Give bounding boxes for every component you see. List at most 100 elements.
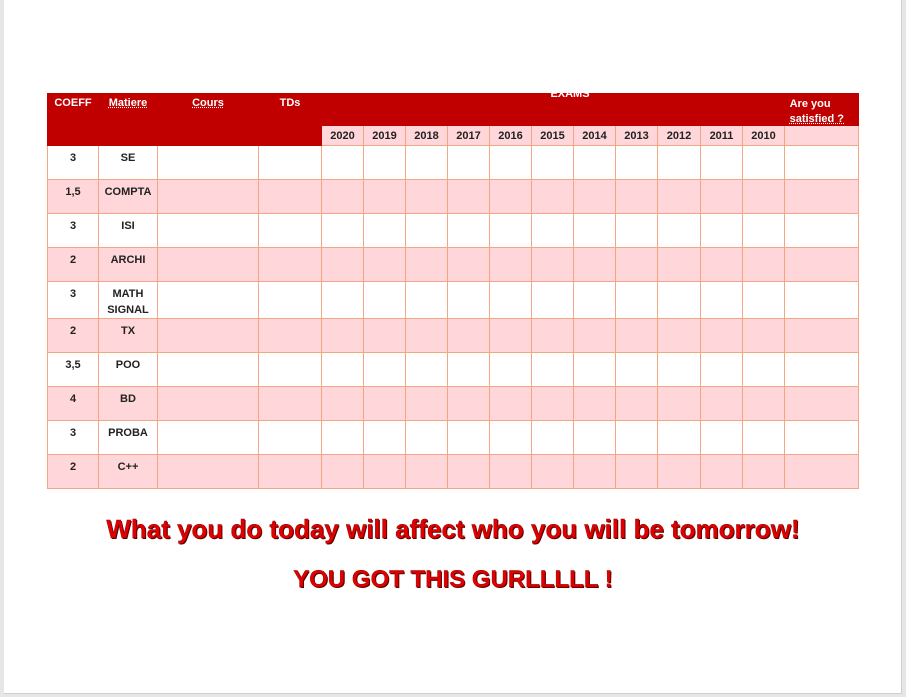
exam-year-cell[interactable] <box>447 179 490 214</box>
exam-year-cell[interactable] <box>657 281 701 319</box>
exam-year-cell[interactable] <box>742 179 785 214</box>
exam-year-cell[interactable] <box>405 454 448 489</box>
exam-year-cell[interactable] <box>657 386 701 421</box>
satisfied-cell[interactable] <box>784 454 859 489</box>
exam-year-cell[interactable] <box>700 281 743 319</box>
tds-cell[interactable] <box>258 420 322 455</box>
tds-cell[interactable] <box>258 352 322 387</box>
exam-year-cell[interactable] <box>700 213 743 248</box>
exam-year-cell[interactable] <box>321 281 364 319</box>
exam-year-cell[interactable] <box>573 179 616 214</box>
exam-year-cell[interactable] <box>615 179 658 214</box>
satisfied-cell[interactable] <box>784 145 859 180</box>
satisfied-cell[interactable] <box>784 318 859 353</box>
exam-year-cell[interactable] <box>573 213 616 248</box>
exam-year-cell[interactable] <box>657 318 701 353</box>
cours-cell[interactable] <box>157 281 259 319</box>
exam-year-cell[interactable] <box>447 247 490 282</box>
cours-cell[interactable] <box>157 145 259 180</box>
cours-cell[interactable] <box>157 247 259 282</box>
tds-cell[interactable] <box>258 386 322 421</box>
exam-year-cell[interactable] <box>657 145 701 180</box>
exam-year-cell[interactable] <box>489 386 532 421</box>
exam-year-cell[interactable] <box>615 247 658 282</box>
exam-year-cell[interactable] <box>531 247 574 282</box>
exam-year-cell[interactable] <box>700 247 743 282</box>
exam-year-cell[interactable] <box>573 454 616 489</box>
exam-year-cell[interactable] <box>573 247 616 282</box>
exam-year-cell[interactable] <box>489 318 532 353</box>
satisfied-cell[interactable] <box>784 247 859 282</box>
exam-year-cell[interactable] <box>615 145 658 180</box>
exam-year-cell[interactable] <box>615 420 658 455</box>
exam-year-cell[interactable] <box>531 179 574 214</box>
exam-year-cell[interactable] <box>657 179 701 214</box>
exam-year-cell[interactable] <box>615 281 658 319</box>
exam-year-cell[interactable] <box>321 352 364 387</box>
exam-year-cell[interactable] <box>657 420 701 455</box>
exam-year-cell[interactable] <box>405 281 448 319</box>
exam-year-cell[interactable] <box>489 420 532 455</box>
exam-year-cell[interactable] <box>531 420 574 455</box>
exam-year-cell[interactable] <box>531 386 574 421</box>
exam-year-cell[interactable] <box>321 179 364 214</box>
exam-year-cell[interactable] <box>573 145 616 180</box>
exam-year-cell[interactable] <box>363 213 406 248</box>
exam-year-cell[interactable] <box>363 145 406 180</box>
exam-year-cell[interactable] <box>489 247 532 282</box>
exam-year-cell[interactable] <box>742 247 785 282</box>
exam-year-cell[interactable] <box>573 318 616 353</box>
exam-year-cell[interactable] <box>700 179 743 214</box>
exam-year-cell[interactable] <box>363 179 406 214</box>
exam-year-cell[interactable] <box>657 213 701 248</box>
exam-year-cell[interactable] <box>447 352 490 387</box>
exam-year-cell[interactable] <box>447 213 490 248</box>
exam-year-cell[interactable] <box>700 352 743 387</box>
exam-year-cell[interactable] <box>405 352 448 387</box>
cours-cell[interactable] <box>157 213 259 248</box>
exam-year-cell[interactable] <box>405 386 448 421</box>
exam-year-cell[interactable] <box>700 454 743 489</box>
exam-year-cell[interactable] <box>363 420 406 455</box>
exam-year-cell[interactable] <box>489 145 532 180</box>
exam-year-cell[interactable] <box>573 281 616 319</box>
exam-year-cell[interactable] <box>363 454 406 489</box>
exam-year-cell[interactable] <box>321 454 364 489</box>
exam-year-cell[interactable] <box>531 145 574 180</box>
exam-year-cell[interactable] <box>321 213 364 248</box>
tds-cell[interactable] <box>258 318 322 353</box>
exam-year-cell[interactable] <box>363 247 406 282</box>
exam-year-cell[interactable] <box>657 454 701 489</box>
exam-year-cell[interactable] <box>615 352 658 387</box>
exam-year-cell[interactable] <box>321 386 364 421</box>
satisfied-cell[interactable] <box>784 179 859 214</box>
exam-year-cell[interactable] <box>742 454 785 489</box>
tds-cell[interactable] <box>258 281 322 319</box>
exam-year-cell[interactable] <box>321 318 364 353</box>
satisfied-cell[interactable] <box>784 420 859 455</box>
exam-year-cell[interactable] <box>363 318 406 353</box>
exam-year-cell[interactable] <box>363 386 406 421</box>
exam-year-cell[interactable] <box>363 352 406 387</box>
exam-year-cell[interactable] <box>573 386 616 421</box>
exam-year-cell[interactable] <box>742 213 785 248</box>
exam-year-cell[interactable] <box>489 179 532 214</box>
tds-cell[interactable] <box>258 145 322 180</box>
exam-year-cell[interactable] <box>489 281 532 319</box>
exam-year-cell[interactable] <box>742 318 785 353</box>
satisfied-cell[interactable] <box>784 352 859 387</box>
exam-year-cell[interactable] <box>531 454 574 489</box>
exam-year-cell[interactable] <box>447 386 490 421</box>
exam-year-cell[interactable] <box>447 420 490 455</box>
satisfied-cell[interactable] <box>784 386 859 421</box>
cours-cell[interactable] <box>157 454 259 489</box>
exam-year-cell[interactable] <box>700 386 743 421</box>
exam-year-cell[interactable] <box>531 281 574 319</box>
exam-year-cell[interactable] <box>700 318 743 353</box>
satisfied-cell[interactable] <box>784 281 859 319</box>
exam-year-cell[interactable] <box>700 420 743 455</box>
satisfied-cell[interactable] <box>784 213 859 248</box>
exam-year-cell[interactable] <box>615 454 658 489</box>
tds-cell[interactable] <box>258 454 322 489</box>
exam-year-cell[interactable] <box>742 281 785 319</box>
